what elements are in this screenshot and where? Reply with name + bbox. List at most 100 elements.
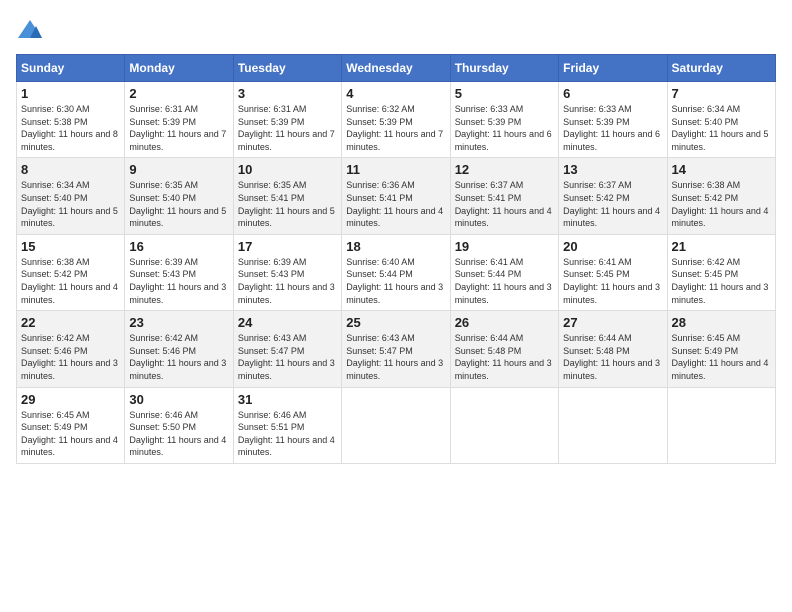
day-info: Sunrise: 6:35 AMSunset: 5:41 PMDaylight:… bbox=[238, 179, 337, 229]
day-number: 30 bbox=[129, 392, 228, 407]
calendar-cell: 30 Sunrise: 6:46 AMSunset: 5:50 PMDayligh… bbox=[125, 387, 233, 463]
calendar-cell: 15 Sunrise: 6:38 AMSunset: 5:42 PMDayligh… bbox=[17, 234, 125, 310]
calendar-cell: 5 Sunrise: 6:33 AMSunset: 5:39 PMDaylight… bbox=[450, 82, 558, 158]
day-number: 25 bbox=[346, 315, 445, 330]
calendar-week-row: 15 Sunrise: 6:38 AMSunset: 5:42 PMDayligh… bbox=[17, 234, 776, 310]
day-number: 11 bbox=[346, 162, 445, 177]
calendar-cell: 14 Sunrise: 6:38 AMSunset: 5:42 PMDayligh… bbox=[667, 158, 775, 234]
day-info: Sunrise: 6:37 AMSunset: 5:42 PMDaylight:… bbox=[563, 179, 662, 229]
day-number: 19 bbox=[455, 239, 554, 254]
day-number: 23 bbox=[129, 315, 228, 330]
day-number: 7 bbox=[672, 86, 771, 101]
day-info: Sunrise: 6:30 AMSunset: 5:38 PMDaylight:… bbox=[21, 103, 120, 153]
calendar-cell: 17 Sunrise: 6:39 AMSunset: 5:43 PMDayligh… bbox=[233, 234, 341, 310]
day-info: Sunrise: 6:45 AMSunset: 5:49 PMDaylight:… bbox=[21, 409, 120, 459]
day-info: Sunrise: 6:39 AMSunset: 5:43 PMDaylight:… bbox=[238, 256, 337, 306]
calendar-week-row: 22Sunrise: 6:42 AMSunset: 5:46 PMDayligh… bbox=[17, 311, 776, 387]
day-number: 17 bbox=[238, 239, 337, 254]
calendar-cell: 18Sunrise: 6:40 AMSunset: 5:44 PMDayligh… bbox=[342, 234, 450, 310]
day-info: Sunrise: 6:33 AMSunset: 5:39 PMDaylight:… bbox=[455, 103, 554, 153]
day-info: Sunrise: 6:46 AMSunset: 5:50 PMDaylight:… bbox=[129, 409, 228, 459]
calendar-cell: 2Sunrise: 6:31 AMSunset: 5:39 PMDaylight… bbox=[125, 82, 233, 158]
calendar-header-thursday: Thursday bbox=[450, 55, 558, 82]
calendar-cell: 26 Sunrise: 6:44 AMSunset: 5:48 PMDayligh… bbox=[450, 311, 558, 387]
day-number: 6 bbox=[563, 86, 662, 101]
calendar-cell: 8 Sunrise: 6:34 AMSunset: 5:40 PMDaylight… bbox=[17, 158, 125, 234]
day-number: 1 bbox=[21, 86, 120, 101]
calendar-cell: 25 Sunrise: 6:43 AMSunset: 5:47 PMDayligh… bbox=[342, 311, 450, 387]
calendar-cell: 1 Sunrise: 6:30 AMSunset: 5:38 PMDaylight… bbox=[17, 82, 125, 158]
day-number: 9 bbox=[129, 162, 228, 177]
day-number: 26 bbox=[455, 315, 554, 330]
day-info: Sunrise: 6:38 AMSunset: 5:42 PMDaylight:… bbox=[21, 256, 120, 306]
day-info: Sunrise: 6:43 AMSunset: 5:47 PMDaylight:… bbox=[346, 332, 445, 382]
day-number: 13 bbox=[563, 162, 662, 177]
day-number: 5 bbox=[455, 86, 554, 101]
calendar-header-sunday: Sunday bbox=[17, 55, 125, 82]
day-number: 29 bbox=[21, 392, 120, 407]
day-number: 21 bbox=[672, 239, 771, 254]
calendar-cell: 19 Sunrise: 6:41 AMSunset: 5:44 PMDayligh… bbox=[450, 234, 558, 310]
calendar-cell: 9 Sunrise: 6:35 AMSunset: 5:40 PMDaylight… bbox=[125, 158, 233, 234]
day-info: Sunrise: 6:36 AMSunset: 5:41 PMDaylight:… bbox=[346, 179, 445, 229]
page-header bbox=[16, 16, 776, 44]
calendar-cell: 3 Sunrise: 6:31 AMSunset: 5:39 PMDaylight… bbox=[233, 82, 341, 158]
day-number: 31 bbox=[238, 392, 337, 407]
calendar-cell: 16 Sunrise: 6:39 AMSunset: 5:43 PMDayligh… bbox=[125, 234, 233, 310]
day-number: 28 bbox=[672, 315, 771, 330]
logo bbox=[16, 16, 48, 44]
calendar-cell bbox=[667, 387, 775, 463]
calendar-cell: 7 Sunrise: 6:34 AMSunset: 5:40 PMDaylight… bbox=[667, 82, 775, 158]
calendar-cell: 23 Sunrise: 6:42 AMSunset: 5:46 PMDayligh… bbox=[125, 311, 233, 387]
calendar-week-row: 29 Sunrise: 6:45 AMSunset: 5:49 PMDayligh… bbox=[17, 387, 776, 463]
calendar-cell: 27 Sunrise: 6:44 AMSunset: 5:48 PMDayligh… bbox=[559, 311, 667, 387]
calendar-cell: 12Sunrise: 6:37 AMSunset: 5:41 PMDayligh… bbox=[450, 158, 558, 234]
day-info: Sunrise: 6:34 AMSunset: 5:40 PMDaylight:… bbox=[21, 179, 120, 229]
day-number: 4 bbox=[346, 86, 445, 101]
day-number: 10 bbox=[238, 162, 337, 177]
calendar-cell: 20Sunrise: 6:41 AMSunset: 5:45 PMDayligh… bbox=[559, 234, 667, 310]
calendar-cell: 4 Sunrise: 6:32 AMSunset: 5:39 PMDaylight… bbox=[342, 82, 450, 158]
calendar-cell: 28 Sunrise: 6:45 AMSunset: 5:49 PMDayligh… bbox=[667, 311, 775, 387]
day-number: 24 bbox=[238, 315, 337, 330]
calendar-header-row: SundayMondayTuesdayWednesdayThursdayFrid… bbox=[17, 55, 776, 82]
day-info: Sunrise: 6:31 AMSunset: 5:39 PMDaylight:… bbox=[238, 103, 337, 153]
day-info: Sunrise: 6:42 AMSunset: 5:46 PMDaylight:… bbox=[21, 332, 120, 382]
day-number: 27 bbox=[563, 315, 662, 330]
calendar-header-wednesday: Wednesday bbox=[342, 55, 450, 82]
day-info: Sunrise: 6:32 AMSunset: 5:39 PMDaylight:… bbox=[346, 103, 445, 153]
day-number: 18 bbox=[346, 239, 445, 254]
day-info: Sunrise: 6:42 AMSunset: 5:46 PMDaylight:… bbox=[129, 332, 228, 382]
day-info: Sunrise: 6:43 AMSunset: 5:47 PMDaylight:… bbox=[238, 332, 337, 382]
day-info: Sunrise: 6:38 AMSunset: 5:42 PMDaylight:… bbox=[672, 179, 771, 229]
day-info: Sunrise: 6:41 AMSunset: 5:44 PMDaylight:… bbox=[455, 256, 554, 306]
calendar-cell: 21Sunrise: 6:42 AMSunset: 5:45 PMDayligh… bbox=[667, 234, 775, 310]
day-info: Sunrise: 6:39 AMSunset: 5:43 PMDaylight:… bbox=[129, 256, 228, 306]
calendar-header-saturday: Saturday bbox=[667, 55, 775, 82]
calendar-cell bbox=[342, 387, 450, 463]
day-info: Sunrise: 6:34 AMSunset: 5:40 PMDaylight:… bbox=[672, 103, 771, 153]
calendar-header-friday: Friday bbox=[559, 55, 667, 82]
calendar-cell: 10 Sunrise: 6:35 AMSunset: 5:41 PMDayligh… bbox=[233, 158, 341, 234]
calendar-cell: 22Sunrise: 6:42 AMSunset: 5:46 PMDayligh… bbox=[17, 311, 125, 387]
calendar-header-monday: Monday bbox=[125, 55, 233, 82]
day-number: 16 bbox=[129, 239, 228, 254]
day-info: Sunrise: 6:44 AMSunset: 5:48 PMDaylight:… bbox=[455, 332, 554, 382]
calendar-cell bbox=[450, 387, 558, 463]
calendar-cell: 29 Sunrise: 6:45 AMSunset: 5:49 PMDayligh… bbox=[17, 387, 125, 463]
calendar-week-row: 8 Sunrise: 6:34 AMSunset: 5:40 PMDaylight… bbox=[17, 158, 776, 234]
day-info: Sunrise: 6:31 AMSunset: 5:39 PMDaylight:… bbox=[129, 103, 228, 153]
day-info: Sunrise: 6:45 AMSunset: 5:49 PMDaylight:… bbox=[672, 332, 771, 382]
day-number: 3 bbox=[238, 86, 337, 101]
day-number: 12 bbox=[455, 162, 554, 177]
day-info: Sunrise: 6:33 AMSunset: 5:39 PMDaylight:… bbox=[563, 103, 662, 153]
calendar-week-row: 1 Sunrise: 6:30 AMSunset: 5:38 PMDaylight… bbox=[17, 82, 776, 158]
calendar-cell: 13 Sunrise: 6:37 AMSunset: 5:42 PMDayligh… bbox=[559, 158, 667, 234]
day-info: Sunrise: 6:44 AMSunset: 5:48 PMDaylight:… bbox=[563, 332, 662, 382]
calendar: SundayMondayTuesdayWednesdayThursdayFrid… bbox=[16, 54, 776, 464]
calendar-cell: 24 Sunrise: 6:43 AMSunset: 5:47 PMDayligh… bbox=[233, 311, 341, 387]
day-number: 8 bbox=[21, 162, 120, 177]
day-number: 15 bbox=[21, 239, 120, 254]
day-info: Sunrise: 6:35 AMSunset: 5:40 PMDaylight:… bbox=[129, 179, 228, 229]
day-number: 14 bbox=[672, 162, 771, 177]
